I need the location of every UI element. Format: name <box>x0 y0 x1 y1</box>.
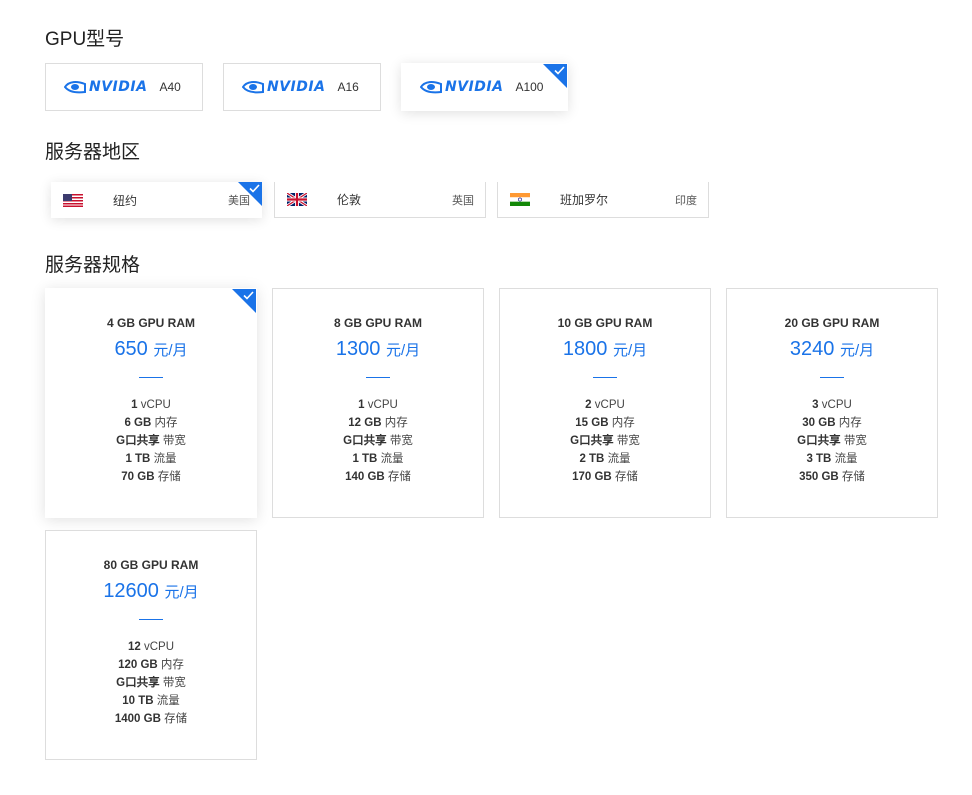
price-value: 650 <box>114 338 148 360</box>
plan-price: 1300 元/月 <box>273 338 483 361</box>
price-unit: 元/月 <box>385 342 421 359</box>
price-value: 1800 <box>562 338 608 360</box>
spec-ram: 12 GB 内存 <box>348 417 408 429</box>
spec-traffic: 1 TB 流量 <box>352 453 404 465</box>
price-value: 12600 <box>103 580 159 602</box>
spec-bandwidth: G口共享 带宽 <box>116 677 186 689</box>
spec-traffic: 2 TB 流量 <box>579 453 631 465</box>
divider <box>820 377 844 378</box>
price-unit: 元/月 <box>612 342 648 359</box>
divider <box>366 377 390 378</box>
spec-storage: 350 GB 存储 <box>799 471 865 483</box>
gpu-model-label: A100 <box>515 80 544 94</box>
spec-traffic: 10 TB 流量 <box>122 695 180 707</box>
spec-vcpu: 3 vCPU <box>812 399 852 411</box>
india-flag-icon <box>510 193 530 206</box>
nvidia-logo-icon: NVIDIA <box>420 79 503 95</box>
spec-ram: 30 GB 内存 <box>802 417 862 429</box>
spec-vcpu: 12 vCPU <box>127 641 175 653</box>
divider <box>593 377 617 378</box>
spec-bandwidth: G口共享 带宽 <box>343 435 413 447</box>
gpu-option-a40[interactable]: NVIDIA A40 <box>45 63 203 111</box>
price-unit: 元/月 <box>153 342 188 359</box>
plan-card[interactable]: 4 GB GPU RAM 650 元/月 1 vCPU 6 GB 内存 G口共享 带宽 1… <box>45 288 257 518</box>
selected-check-icon <box>543 64 567 88</box>
spec-storage: 1400 GB 存储 <box>114 713 188 725</box>
spec-storage: 170 GB 存储 <box>572 471 638 483</box>
spec-heading: 服务器规格 <box>45 255 141 276</box>
divider <box>139 377 163 378</box>
price-unit: 元/月 <box>839 342 875 359</box>
spec-bandwidth: G口共享 带宽 <box>797 435 867 447</box>
plan-price: 650 元/月 <box>46 338 256 361</box>
gpu-model-label: A40 <box>159 80 181 94</box>
spec-bandwidth: G口共享 带宽 <box>570 435 640 447</box>
spec-ram: 6 GB 内存 <box>124 417 178 429</box>
gpu-option-a16[interactable]: NVIDIA A16 <box>223 63 381 111</box>
region-city: 伦敦 <box>337 193 362 207</box>
price-unit: 元/月 <box>164 584 199 601</box>
price-value: 3240 <box>789 338 835 360</box>
divider <box>139 619 163 620</box>
spec-ram: 15 GB 内存 <box>575 417 635 429</box>
region-option-london[interactable]: 伦敦 英国 <box>274 182 486 218</box>
selected-check-icon <box>232 289 256 313</box>
spec-traffic: 3 TB 流量 <box>806 453 858 465</box>
plan-price: 3240 元/月 <box>727 338 937 361</box>
gpu-option-a100[interactable]: NVIDIA A100 <box>401 63 568 111</box>
plan-title: 10 GB GPU RAM <box>557 316 653 330</box>
region-option-bangalore[interactable]: 班加罗尔 印度 <box>497 182 709 218</box>
region-country: 印度 <box>675 194 697 207</box>
plan-title: 8 GB GPU RAM <box>333 316 422 330</box>
plan-price: 1800 元/月 <box>500 338 710 361</box>
nvidia-logo-icon: NVIDIA <box>242 79 325 95</box>
brand-name: NVIDIA <box>89 79 148 95</box>
spec-storage: 140 GB 存储 <box>345 471 411 483</box>
plan-title: 4 GB GPU RAM <box>106 316 195 330</box>
brand-name: NVIDIA <box>445 79 504 95</box>
region-city: 班加罗尔 <box>560 193 609 207</box>
plan-card[interactable]: 80 GB GPU RAM 12600 元/月 12 vCPU 120 GB 内存 G口… <box>45 530 257 760</box>
plan-card[interactable]: 10 GB GPU RAM 1800 元/月 2 vCPU 15 GB 内存 G口共享 … <box>499 288 711 518</box>
selected-check-icon <box>238 182 262 206</box>
spec-bandwidth: G口共享 带宽 <box>116 435 186 447</box>
region-country: 英国 <box>452 194 474 207</box>
region-heading: 服务器地区 <box>45 142 141 163</box>
gpu-model-label: A16 <box>337 80 359 94</box>
price-value: 1300 <box>335 338 381 360</box>
region-option-newyork[interactable]: 纽约 美国 <box>51 182 262 218</box>
gpu-model-heading: GPU型号 <box>45 29 125 50</box>
brand-name: NVIDIA <box>267 79 326 95</box>
plan-card[interactable]: 20 GB GPU RAM 3240 元/月 3 vCPU 30 GB 内存 G口共享 … <box>726 288 938 518</box>
spec-vcpu: 1 vCPU <box>358 399 398 411</box>
nvidia-logo-icon: NVIDIA <box>64 79 147 95</box>
plan-title: 20 GB GPU RAM <box>784 316 880 330</box>
us-flag-icon <box>63 193 83 207</box>
plan-price: 12600 元/月 <box>46 580 256 603</box>
plan-title: 80 GB GPU RAM <box>103 558 199 572</box>
spec-traffic: 1 TB 流量 <box>125 453 177 465</box>
spec-vcpu: 2 vCPU <box>585 399 625 411</box>
region-city: 纽约 <box>113 193 138 208</box>
spec-vcpu: 1 vCPU <box>131 399 171 411</box>
plan-card[interactable]: 8 GB GPU RAM 1300 元/月 1 vCPU 12 GB 内存 G口共享 带… <box>272 288 484 518</box>
spec-storage: 70 GB 存储 <box>121 471 181 483</box>
spec-ram: 120 GB 内存 <box>118 659 184 671</box>
uk-flag-icon <box>287 193 307 206</box>
